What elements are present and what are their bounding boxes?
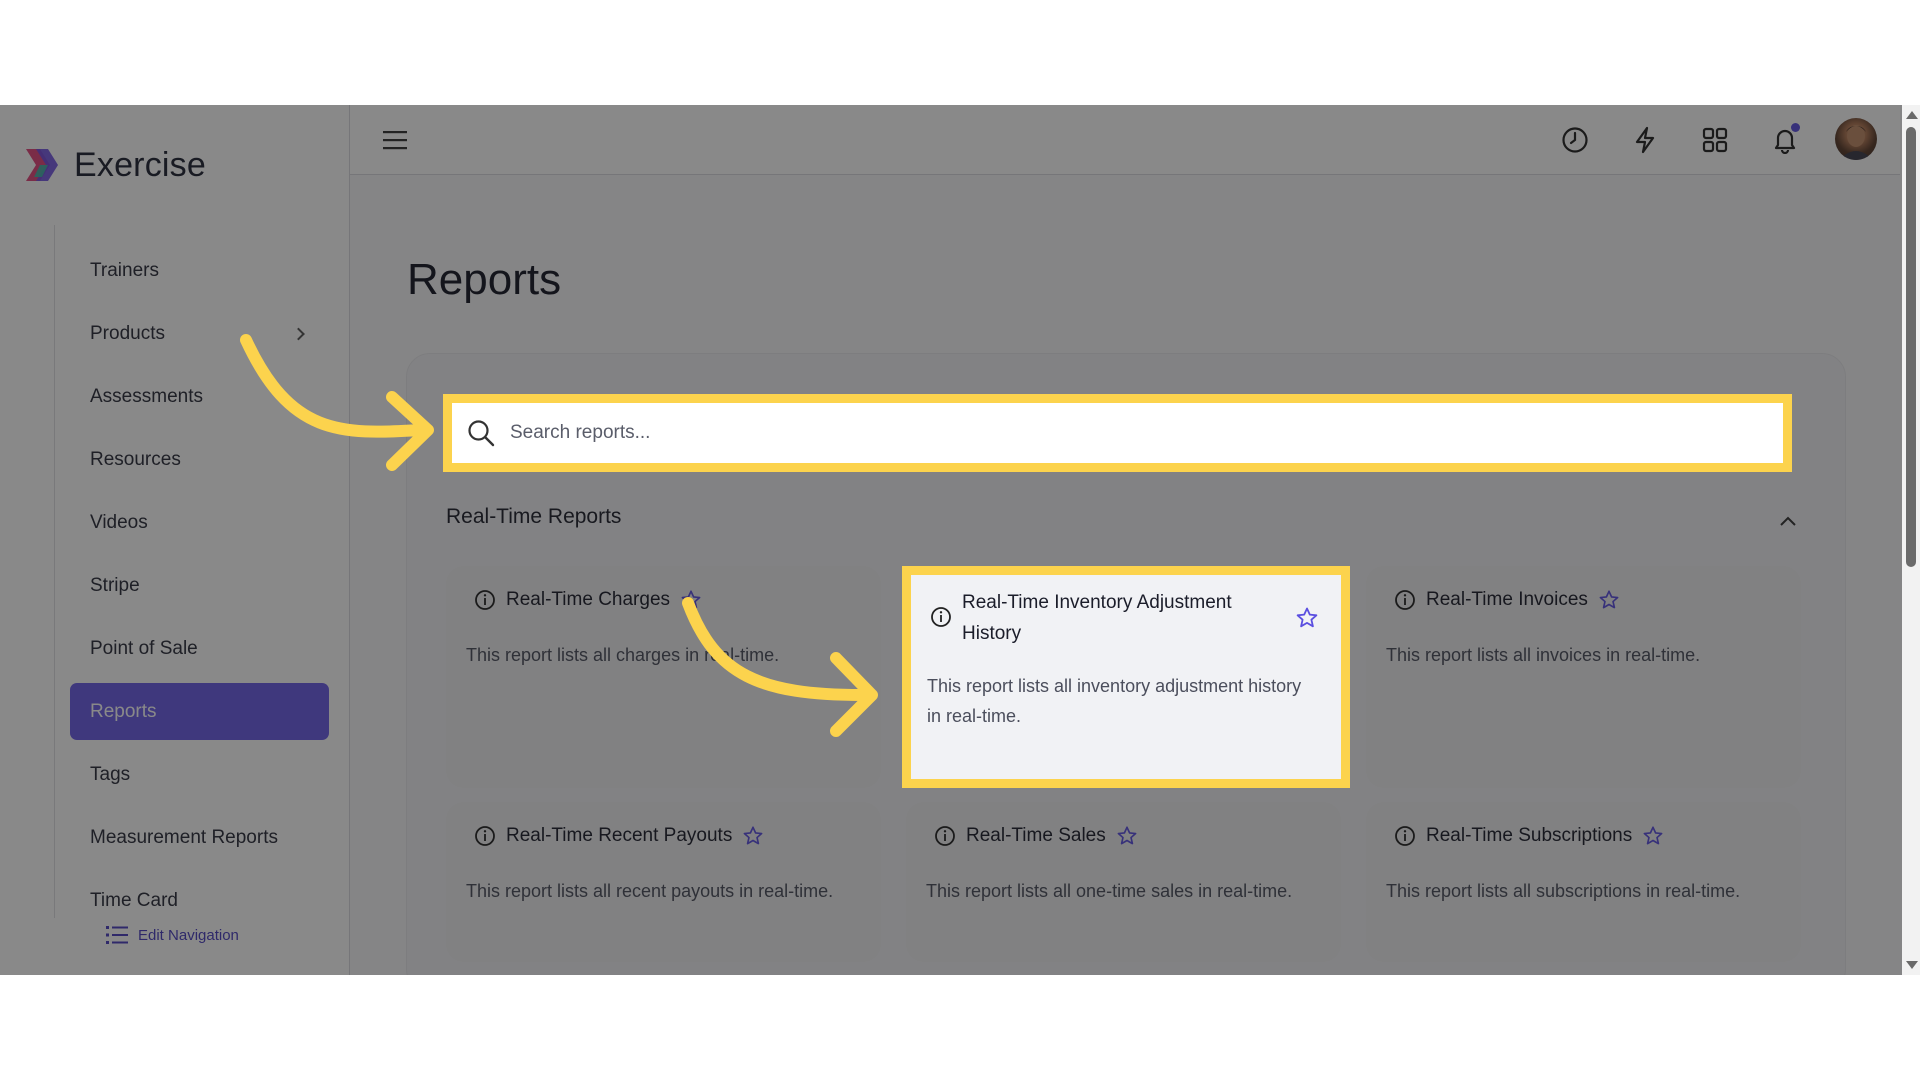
info-icon[interactable] xyxy=(474,825,496,847)
report-card-title-line: History xyxy=(962,623,1022,644)
report-card-title: Real-Time Sales xyxy=(966,825,1106,846)
info-icon[interactable] xyxy=(1394,589,1416,611)
clock-icon[interactable] xyxy=(1558,123,1592,157)
grid-icon[interactable] xyxy=(1698,123,1732,157)
info-icon[interactable] xyxy=(934,825,956,847)
scrollbar[interactable] xyxy=(1902,105,1920,975)
report-card-title-line: Real-Time Inventory Adjustment xyxy=(962,592,1232,613)
sidebar: Exercise Trainers Products Assessments R… xyxy=(0,105,350,975)
avatar[interactable] xyxy=(1835,118,1877,160)
sidebar-item-tags[interactable]: Tags xyxy=(70,746,329,803)
star-icon[interactable] xyxy=(1295,606,1319,630)
info-icon[interactable] xyxy=(1394,825,1416,847)
report-card-description: This report lists all inventory adjustme… xyxy=(927,671,1337,731)
sidebar-item-label: Reports xyxy=(90,700,157,722)
menu-icon[interactable] xyxy=(378,123,412,157)
star-icon[interactable] xyxy=(742,825,764,847)
report-card-recent-payouts[interactable]: Real-Time Recent Payouts This report lis… xyxy=(446,802,881,962)
section-title: Real-Time Reports xyxy=(446,505,622,528)
sidebar-item-trainers[interactable]: Trainers xyxy=(70,242,329,299)
nav-divider xyxy=(54,225,55,918)
sidebar-item-label: Resources xyxy=(90,448,181,470)
notification-badge xyxy=(1791,123,1800,132)
report-card-title: Real-Time Charges xyxy=(506,589,671,610)
sidebar-item-label: Videos xyxy=(90,511,148,533)
report-card-inventory-adjustment[interactable]: Real-Time Inventory Adjustment History T… xyxy=(902,566,1350,788)
sidebar-item-label: Measurement Reports xyxy=(90,826,278,848)
report-card-description: This report lists all recent payouts in … xyxy=(466,881,834,901)
report-card-description-line: This report lists all inventory adjustme… xyxy=(927,676,1302,696)
sidebar-item-measurement-reports[interactable]: Measurement Reports xyxy=(70,809,329,866)
brand-name: Exercise xyxy=(74,145,206,184)
highlight-frame-search xyxy=(443,394,1792,472)
list-icon xyxy=(106,926,128,944)
sidebar-item-products[interactable]: Products xyxy=(70,305,329,362)
chevron-right-icon xyxy=(292,327,305,340)
page-title: Reports xyxy=(407,255,562,304)
sidebar-item-label: Trainers xyxy=(90,259,159,281)
sidebar-item-resources[interactable]: Resources xyxy=(70,431,329,488)
edit-navigation-label: Edit Navigation xyxy=(138,926,239,944)
info-icon[interactable] xyxy=(930,606,952,628)
sidebar-item-label: Time Card xyxy=(90,889,178,911)
scroll-down-arrow[interactable] xyxy=(1906,961,1918,969)
avatar-icon xyxy=(1839,125,1873,160)
report-card-description: This report lists all subscriptions in r… xyxy=(1386,881,1741,901)
sidebar-item-time-card[interactable]: Time Card xyxy=(70,872,329,929)
logo[interactable]: Exercise xyxy=(22,145,206,185)
report-card-description: This report lists all invoices in real-t… xyxy=(1386,645,1701,665)
report-card-sales[interactable]: Real-Time Sales This report lists all on… xyxy=(906,802,1341,962)
logo-icon xyxy=(26,149,58,181)
report-card-title: Real-Time Inventory Adjustment History xyxy=(962,587,1262,649)
lightning-icon[interactable] xyxy=(1628,123,1662,157)
report-card-invoices[interactable]: Real-Time Invoices This report lists all… xyxy=(1366,566,1801,788)
bell-icon[interactable] xyxy=(1768,123,1802,157)
star-icon[interactable] xyxy=(1116,825,1138,847)
sidebar-item-label: Tags xyxy=(90,763,131,785)
sidebar-item-point-of-sale[interactable]: Point of Sale xyxy=(70,620,329,677)
edit-navigation-link[interactable]: Edit Navigation xyxy=(106,925,239,945)
sidebar-item-assessments[interactable]: Assessments xyxy=(70,368,329,425)
report-card-title: Real-Time Subscriptions xyxy=(1426,825,1633,846)
sidebar-item-reports[interactable]: Reports xyxy=(70,683,329,740)
sidebar-item-stripe[interactable]: Stripe xyxy=(70,557,329,614)
info-icon[interactable] xyxy=(474,589,496,611)
star-icon[interactable] xyxy=(1642,825,1664,847)
star-icon[interactable] xyxy=(680,589,702,611)
app-window: Exercise Trainers Products Assessments R… xyxy=(0,105,1920,975)
report-card-subscriptions[interactable]: Real-Time Subscriptions This report list… xyxy=(1366,802,1801,962)
sidebar-item-label: Stripe xyxy=(90,574,140,596)
sidebar-item-label: Assessments xyxy=(90,385,203,407)
chevron-up-icon[interactable] xyxy=(1778,512,1798,532)
sidebar-item-label: Products xyxy=(90,322,165,344)
report-card-title: Real-Time Recent Payouts xyxy=(506,825,733,846)
report-card-description: This report lists all one-time sales in … xyxy=(926,881,1293,901)
report-card-description: This report lists all charges in real-ti… xyxy=(466,645,780,665)
sidebar-item-videos[interactable]: Videos xyxy=(70,494,329,551)
report-card-title: Real-Time Invoices xyxy=(1426,589,1588,610)
sidebar-item-label: Point of Sale xyxy=(90,637,198,659)
app-frame: Exercise Trainers Products Assessments R… xyxy=(0,105,1920,975)
scroll-up-arrow[interactable] xyxy=(1906,111,1918,119)
topbar xyxy=(350,105,1900,175)
star-icon[interactable] xyxy=(1598,589,1620,611)
report-card-description-line: in real-time. xyxy=(927,706,1022,726)
scroll-thumb[interactable] xyxy=(1906,127,1916,567)
report-card-charges[interactable]: Real-Time Charges This report lists all … xyxy=(446,566,881,788)
